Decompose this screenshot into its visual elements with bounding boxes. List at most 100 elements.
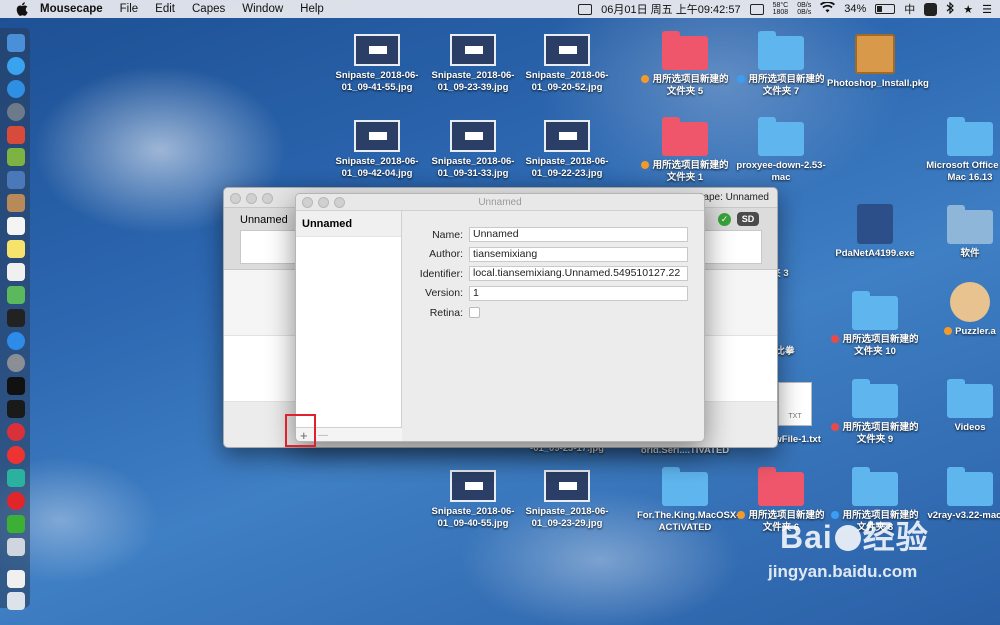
desktop-file[interactable]: Snipaste_2018-06-01_09-42-04.jpg <box>329 120 425 180</box>
desktop-folder-label: 用所选项目新建的文件夹 7 <box>748 74 825 97</box>
installer-icon <box>857 204 893 244</box>
desktop-file[interactable]: Snipaste_2018-06-01_09-20-52.jpg <box>519 34 615 94</box>
desktop-folder-label: 软件 <box>960 248 980 259</box>
safari-icon[interactable] <box>7 79 25 98</box>
photos-icon[interactable] <box>7 285 25 304</box>
close-button[interactable] <box>302 197 313 208</box>
desktop-folder[interactable]: 用所选项目新建的文件夹 7 <box>733 31 829 98</box>
android-icon[interactable] <box>7 148 25 167</box>
cpu-temp[interactable]: 58°C 1808 <box>773 2 789 16</box>
snipaste-icon[interactable] <box>924 2 938 16</box>
net-speed[interactable]: 0B/s 0B/s <box>797 2 811 16</box>
zoom-button[interactable] <box>262 193 273 204</box>
folder-icon <box>662 467 708 506</box>
desktop-file[interactable]: Snipaste_2018-06-01_09-40-55.jpg <box>425 470 521 530</box>
app-red-icon[interactable] <box>7 125 25 144</box>
desktop-file[interactable]: Snipaste_2018-06-01_09-31-33.jpg <box>425 120 521 180</box>
menu-window[interactable]: Window <box>242 3 283 15</box>
apple-menu-icon[interactable] <box>16 2 30 16</box>
desktop-folder[interactable]: 用所选项目新建的文件夹 5 <box>637 31 733 98</box>
menu-bar: Mousecape File Edit Capes Window Help 06… <box>0 0 1000 18</box>
vivaldi-icon[interactable] <box>7 423 25 442</box>
menu-capes[interactable]: Capes <box>192 3 225 15</box>
desktop-file[interactable]: Puzzler.a <box>922 282 1000 338</box>
image-thumbnail-icon <box>544 34 590 66</box>
desktop-file[interactable]: Snipaste_2018-06-01_09-41-55.jpg <box>329 34 425 94</box>
version-field[interactable]: 1 <box>469 285 688 301</box>
console-icon[interactable] <box>7 400 25 419</box>
wechat-icon[interactable] <box>7 514 25 533</box>
folder-icon <box>947 117 993 156</box>
image-thumbnail-icon <box>354 120 400 152</box>
desktop-folder[interactable]: 用所选项目新建的文件夹 10 <box>827 291 923 358</box>
preview-icon[interactable] <box>7 171 25 190</box>
menu-help[interactable]: Help <box>300 3 324 15</box>
tag-dot <box>737 75 746 83</box>
menu-file[interactable]: File <box>120 3 139 15</box>
zoom-button[interactable] <box>334 197 345 208</box>
launchpad-icon[interactable] <box>7 102 25 121</box>
input-method[interactable]: 中 <box>904 1 915 17</box>
screen-icon[interactable] <box>749 3 764 15</box>
app-store-icon[interactable] <box>7 331 25 350</box>
notification-star-icon[interactable]: ★ <box>963 3 973 16</box>
wifi-icon[interactable] <box>820 1 836 16</box>
battery-icon[interactable] <box>875 4 896 14</box>
retina-checkbox[interactable] <box>469 307 480 319</box>
minimize-button[interactable] <box>318 197 329 208</box>
display-icon[interactable] <box>578 3 593 15</box>
finder-icon[interactable] <box>7 34 25 52</box>
desktop-file[interactable]: Snipaste_2018-06-01_09-22-23.jpg <box>519 120 615 180</box>
reminders-icon[interactable] <box>7 262 25 281</box>
clock[interactable]: 06月01日 周五 上午09:42:57 <box>601 1 740 17</box>
siri-icon[interactable] <box>7 56 25 75</box>
desktop-file[interactable]: Snipaste_2018-06-01_09-23-39.jpg <box>425 34 521 94</box>
cursor-list-item[interactable]: Unnamed <box>296 211 401 237</box>
desktop-folder[interactable]: Microsoft Office for Mac 16.13 <box>922 117 1000 184</box>
tag-dot <box>737 511 746 519</box>
system-preferences-icon[interactable] <box>7 354 25 373</box>
add-button-highlight <box>285 414 316 447</box>
desktop-folder[interactable]: 软件 <box>922 205 1000 260</box>
preview-doc-icon[interactable] <box>7 537 25 556</box>
txt-file-icon[interactable]: TXT <box>778 382 812 426</box>
bluetooth-icon[interactable] <box>946 1 955 17</box>
identifier-field[interactable]: local.tiansemixiang.Unnamed.549510127.22 <box>469 266 688 282</box>
dock <box>0 28 30 611</box>
rpm-value: 1808 <box>772 9 789 16</box>
battery-label[interactable]: 34% <box>844 3 866 15</box>
netease-music-icon[interactable] <box>7 491 25 510</box>
image-thumbnail-icon <box>450 34 496 66</box>
desktop-file-label: Snipaste_2018-06-01_09-40-55.jpg <box>431 506 515 529</box>
status-area: 06月01日 周五 上午09:42:57 58°C 1808 0B/s 0B/s 3… <box>578 0 992 18</box>
close-button[interactable] <box>230 193 241 204</box>
desktop-folder[interactable]: 用所选项目新建的文件夹 9 <box>827 379 923 446</box>
author-field[interactable]: tiansemixiang <box>469 246 688 262</box>
terminal-icon[interactable] <box>7 308 25 327</box>
menu-edit[interactable]: Edit <box>155 3 175 15</box>
desktop-file[interactable]: Snipaste_2018-06-01_09-23-29.jpg <box>519 470 615 530</box>
notes-icon[interactable] <box>7 240 25 259</box>
desktop-folder[interactable]: proxyee-down-2.53-mac <box>733 117 829 184</box>
trash-icon[interactable] <box>7 592 25 611</box>
remove-button[interactable]: — <box>318 428 328 441</box>
minimize-button[interactable] <box>246 193 257 204</box>
document-icon[interactable] <box>7 569 25 588</box>
name-field[interactable]: Unnamed <box>469 227 688 243</box>
watermark-url: jingyan.baidu.com <box>768 562 918 581</box>
app-teal-icon[interactable] <box>7 468 25 487</box>
desktop-file-label: Snipaste_2018-06-01_09-31-33.jpg <box>431 156 515 179</box>
desktop-file[interactable]: Photoshop_Install.pkg <box>827 34 929 90</box>
desktop-folder[interactable]: 用所选项目新建的文件夹 1 <box>637 117 733 184</box>
contacts-icon[interactable] <box>7 194 25 213</box>
notification-center-icon[interactable]: ☰ <box>982 3 992 16</box>
desktop-folder[interactable]: For.The.King.MacOSX-ACTiVATED <box>637 467 739 534</box>
activity-monitor-icon[interactable] <box>7 377 25 396</box>
desktop-folder[interactable]: Videos <box>922 379 1000 434</box>
calendar-icon[interactable] <box>7 217 25 236</box>
desktop-file[interactable]: PdaNetA4199.exe <box>827 204 923 260</box>
desktop-folder[interactable]: v2ray-v3.22-macos <box>922 467 1000 522</box>
yandex-icon[interactable] <box>7 446 25 465</box>
menu-app-name[interactable]: Mousecape <box>40 3 103 15</box>
desktop-folder-label: 用所选项目新建的文件夹 10 <box>842 334 919 357</box>
